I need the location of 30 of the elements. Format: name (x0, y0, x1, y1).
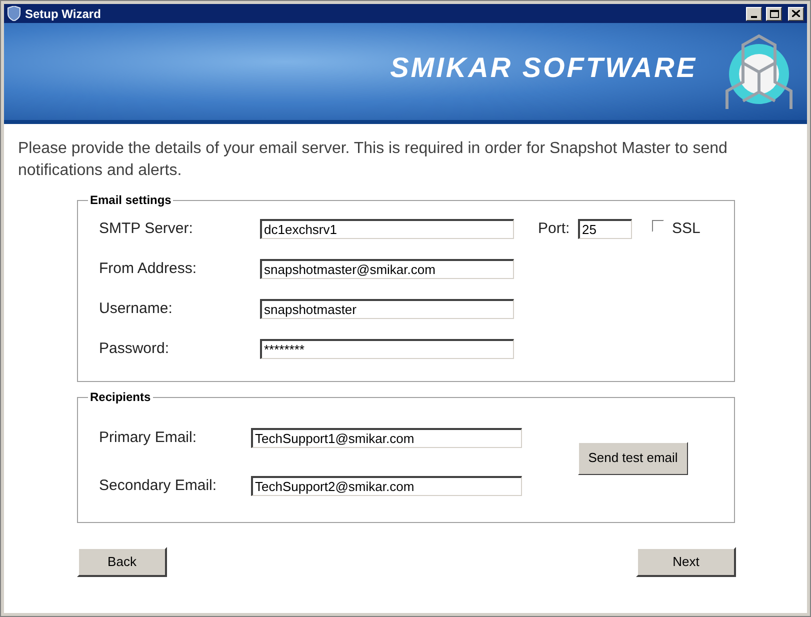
text-field[interactable]: TechSupport2@smikar.com (251, 476, 522, 496)
text-field[interactable]: TechSupport1@smikar.com (251, 428, 522, 448)
minimize-icon (751, 16, 757, 18)
close-icon (792, 10, 800, 17)
field-label: Secondary Email: (99, 476, 218, 496)
close-button[interactable] (788, 6, 804, 20)
maximize-icon (770, 10, 778, 18)
field-label: From Address: (99, 258, 198, 279)
group-legend: Recipients (88, 388, 153, 406)
maximize-button[interactable] (766, 6, 782, 20)
text-field[interactable]: snapshotmaster@smikar.com (260, 259, 514, 279)
minimize-button[interactable] (746, 6, 762, 20)
next-button[interactable]: Next (636, 547, 736, 577)
intro-text: Please provide the details of your email server. This is required in order for Snapshot Master to send notifications and alerts. (18, 139, 728, 181)
group-legend: Email settings (88, 191, 174, 209)
shield-icon (7, 6, 21, 21)
field-label: Password: (99, 338, 170, 359)
back-button[interactable]: Back (77, 547, 167, 577)
field-label: SMTP Server: (99, 218, 194, 239)
field-label: Primary Email: (99, 428, 198, 448)
text-field[interactable]: 25 (578, 219, 632, 239)
text-field[interactable]: ******** (260, 339, 514, 359)
window-title: Setup Wizard (25, 6, 101, 22)
send-test-email-button[interactable]: Send test email (578, 442, 688, 474)
field-label: Username: (99, 298, 174, 319)
ssl-label: SSL (672, 218, 702, 239)
text-field[interactable]: dc1exchsrv1 (260, 219, 514, 239)
brand-logo-text: SMIKAR SOFTWARE (390, 50, 697, 84)
text-field[interactable]: snapshotmaster (260, 299, 514, 319)
field-label: Port: (538, 218, 571, 239)
